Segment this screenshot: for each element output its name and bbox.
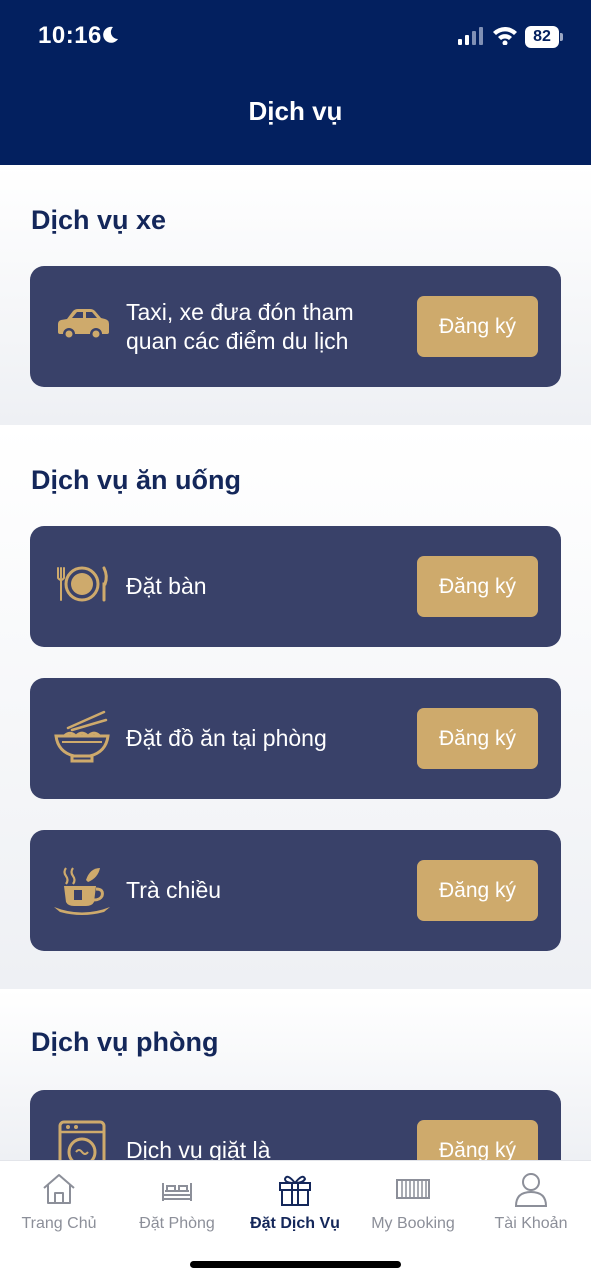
status-time: 10:16 (38, 22, 102, 49)
service-label: Trà chiều (126, 877, 222, 903)
section-title: Dịch vụ xe (31, 205, 167, 235)
status-bar: 10:16 82 (0, 0, 591, 75)
register-button[interactable]: Đăng ký (417, 1120, 538, 1160)
noodle-bowl-icon (54, 710, 110, 763)
section-food-services: Dịch vụ ăn uống Đặt bàn Đăng ký Đặt đồ ă… (0, 425, 591, 989)
service-card-afternoon-tea: Trà chiều Đăng ký (30, 830, 561, 951)
battery-indicator: 82 (525, 26, 563, 48)
tab-label: Trang Chủ (21, 1215, 97, 1232)
tab-my-booking[interactable]: My Booking (354, 1161, 472, 1251)
tab-label: Đặt Dịch Vụ (250, 1215, 340, 1232)
page-title: Dịch vụ (248, 96, 343, 126)
service-card-laundry: Dịch vụ giặt là Đăng ký (30, 1090, 561, 1160)
register-button[interactable]: Đăng ký (417, 556, 538, 617)
car-icon (58, 309, 109, 340)
washing-machine-icon (58, 1120, 106, 1160)
tab-book-room[interactable]: Đặt Phòng (118, 1161, 236, 1251)
service-label: Đặt đồ ăn tại phòng (126, 725, 327, 751)
section-car-services: Dịch vụ xe Taxi, xe đưa đón tham quan cá… (0, 165, 591, 425)
booking-icon (396, 1179, 430, 1199)
tab-label: Đặt Phòng (139, 1215, 215, 1232)
tab-book-service[interactable]: Đặt Dịch Vụ (236, 1161, 354, 1251)
register-button[interactable]: Đăng ký (417, 296, 538, 357)
moon-icon (103, 26, 118, 43)
service-label: Đặt bàn (126, 573, 207, 599)
gift-icon (279, 1175, 311, 1206)
section-title: Dịch vụ phòng (31, 1027, 219, 1057)
battery-level: 82 (525, 26, 559, 48)
tab-home[interactable]: Trang Chủ (0, 1161, 118, 1251)
tea-cup-icon (54, 867, 110, 915)
home-icon (43, 1174, 75, 1204)
service-label: Taxi, xe đưa đón tham quan các điểm du l… (126, 298, 354, 354)
battery-tip (560, 33, 563, 41)
tab-label: My Booking (371, 1215, 455, 1232)
register-button[interactable]: Đăng ký (417, 708, 538, 769)
cellular-signal-icon (458, 27, 483, 45)
register-button[interactable]: Đăng ký (417, 860, 538, 921)
service-card-room-food: Đặt đồ ăn tại phòng Đăng ký (30, 678, 561, 799)
app-header: 10:16 82 Dịch vụ (0, 0, 591, 165)
tab-account[interactable]: Tài Khoản (472, 1161, 590, 1251)
service-label: Dịch vụ giặt là (126, 1137, 271, 1160)
tab-label: Tài Khoản (494, 1215, 568, 1232)
plate-cutlery-icon (57, 566, 108, 602)
user-icon (514, 1173, 548, 1207)
bed-icon (162, 1183, 192, 1201)
section-title: Dịch vụ ăn uống (31, 465, 242, 495)
home-indicator[interactable] (190, 1261, 401, 1268)
wifi-icon (493, 27, 517, 45)
service-card-taxi: Taxi, xe đưa đón tham quan các điểm du l… (30, 266, 561, 387)
section-room-services: Dịch vụ phòng Dịch vụ giặt là Đăng ký (0, 989, 591, 1160)
service-card-table: Đặt bàn Đăng ký (30, 526, 561, 647)
